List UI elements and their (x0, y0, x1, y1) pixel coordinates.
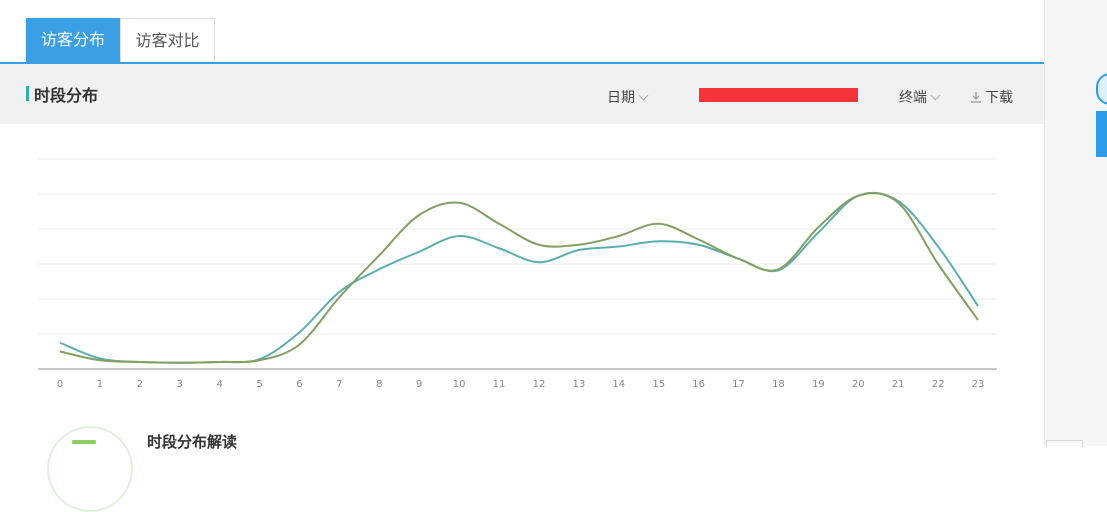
x-tick-label: 5 (256, 379, 262, 390)
date-dropdown-label: 日期 (607, 90, 635, 106)
chevron-down-icon (930, 90, 941, 101)
x-tick-label: 9 (416, 379, 422, 390)
x-tick-label: 22 (932, 379, 945, 390)
x-tick-label: 12 (533, 379, 546, 390)
x-tick-label: 6 (296, 379, 302, 390)
download-label: 下载 (985, 90, 1013, 106)
section-title: 时段分布 (34, 86, 99, 105)
tab-visitor-compare[interactable]: 访客对比 (120, 18, 215, 62)
series-line-2 (59, 192, 979, 364)
x-tick-label: 2 (137, 379, 143, 390)
x-tick-label: 7 (336, 379, 342, 390)
right-side-panel (1044, 0, 1107, 446)
terminal-dropdown[interactable]: 终端 (899, 87, 941, 107)
x-tick-label: 16 (692, 379, 705, 390)
x-axis-ticks: 0 1 2 3 4 5 6 7 8 9 10 11 12 13 14 15 16 17 18 19 20 21 22 23 (57, 379, 985, 390)
x-tick-label: 0 (57, 379, 63, 390)
x-tick-label: 14 (612, 379, 625, 390)
x-tick-label: 11 (493, 379, 506, 390)
section-accent-bar (26, 86, 29, 101)
x-tick-label: 4 (216, 379, 222, 390)
x-tick-label: 17 (732, 379, 745, 390)
side-float-button[interactable] (1096, 111, 1107, 157)
x-tick-label: 15 (652, 379, 665, 390)
tab-visitor-distribution[interactable]: 访客分布 (26, 18, 120, 62)
terminal-dropdown-label: 终端 (899, 90, 927, 106)
section-toolbar (0, 64, 1044, 124)
download-button[interactable]: 下载 (970, 87, 1013, 107)
chart-series (59, 191, 979, 364)
x-tick-label: 20 (852, 379, 865, 390)
chart-gridlines (38, 158, 997, 370)
x-tick-label: 18 (772, 379, 785, 390)
interpretation-badge (47, 426, 133, 512)
series-line-1 (59, 191, 979, 364)
chevron-down-icon (638, 90, 649, 101)
main-panel: 访客分布 访客对比 时段分布 日期 终端 下载 0 1 2 3 4 5 6 7 8 9 10 11 12… (0, 0, 1044, 512)
x-tick-label: 8 (376, 379, 382, 390)
interpretation-title: 时段分布解读 (147, 433, 238, 451)
x-tick-label: 21 (892, 379, 905, 390)
x-tick-label: 10 (453, 379, 466, 390)
x-tick-label: 3 (177, 379, 183, 390)
x-tick-label: 1 (97, 379, 103, 390)
x-tick-label: 13 (573, 379, 586, 390)
hourly-distribution-chart: 0 1 2 3 4 5 6 7 8 9 10 11 12 13 14 15 16 17 18 19 20 21 22 23 (38, 158, 997, 390)
x-tick-label: 23 (972, 379, 985, 390)
download-icon (971, 92, 981, 103)
date-dropdown[interactable]: 日期 (607, 87, 649, 107)
redacted-date-range (699, 88, 858, 102)
x-tick-label: 19 (812, 379, 825, 390)
interpretation-icon (72, 440, 96, 444)
